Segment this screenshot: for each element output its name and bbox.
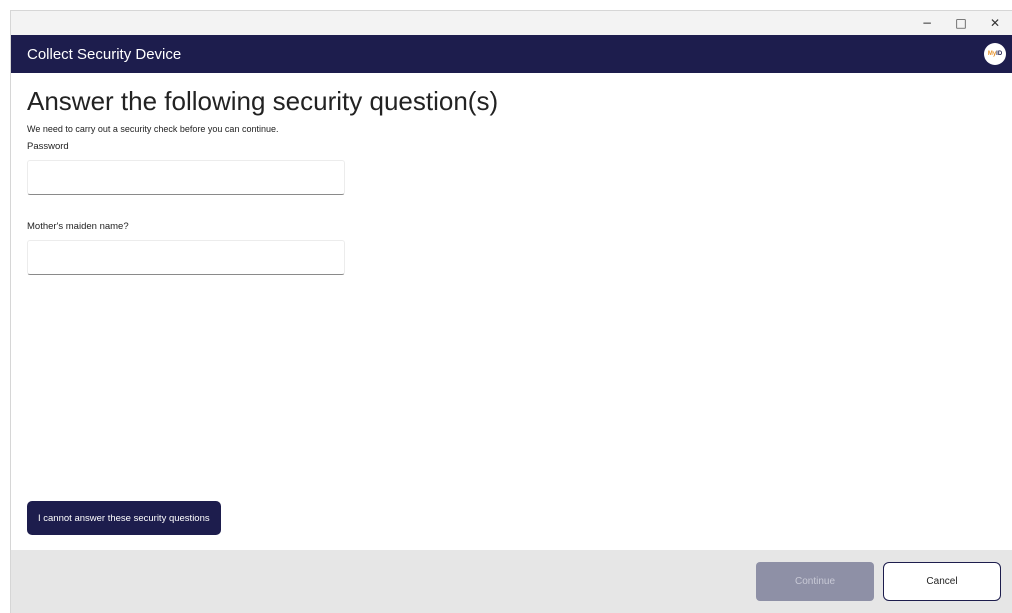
password-label: Password (27, 141, 69, 152)
cannot-answer-button[interactable]: I cannot answer these security questions (27, 501, 221, 535)
app-window: − □ ✕ Collect Security Device My ID Answe… (10, 10, 1012, 613)
continue-button[interactable]: Continue (756, 562, 874, 601)
close-button[interactable]: ✕ (978, 11, 1012, 35)
minimize-button[interactable]: − (910, 11, 944, 35)
app-header: Collect Security Device My ID (11, 35, 1012, 73)
main-content: Answer the following security question(s… (11, 73, 1012, 551)
password-field[interactable] (27, 160, 345, 195)
logo-text-id: ID (996, 51, 1003, 57)
header-title: Collect Security Device (27, 45, 182, 63)
window-titlebar: − □ ✕ (11, 11, 1012, 35)
logo-text-my: My (987, 51, 997, 57)
myid-logo-icon: My ID (984, 43, 1006, 65)
window-controls: − □ ✕ (910, 11, 1012, 35)
page-subtitle: We need to carry out a security check be… (27, 124, 279, 134)
maximize-button[interactable]: □ (944, 11, 978, 35)
footer-bar: Continue Cancel (11, 550, 1012, 613)
page-title: Answer the following security question(s… (27, 86, 499, 116)
maiden-name-label: Mother's maiden name? (27, 221, 129, 232)
cancel-button[interactable]: Cancel (883, 562, 1001, 601)
maiden-name-field[interactable] (27, 240, 345, 275)
